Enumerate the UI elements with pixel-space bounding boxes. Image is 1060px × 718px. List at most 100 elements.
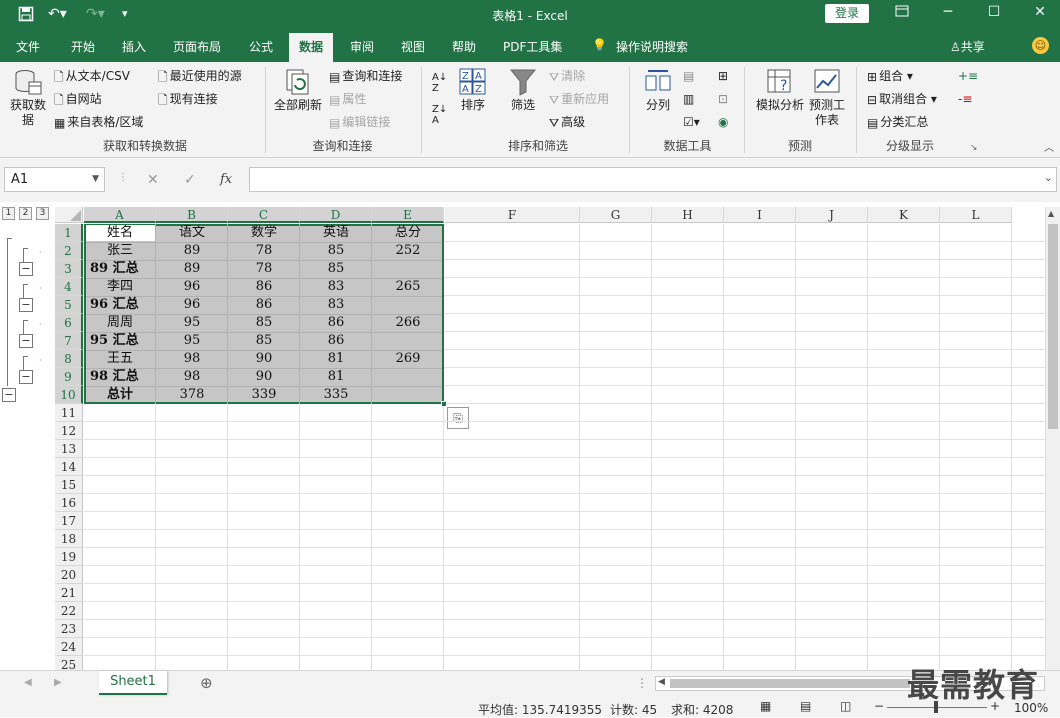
row-header-12[interactable]: 12 — [55, 422, 83, 440]
advanced-filter-button[interactable]: ⛛ 高级 — [549, 114, 585, 131]
reapply-button[interactable]: ⛛ 重新应用 — [549, 91, 609, 108]
column-header-I[interactable]: I — [724, 207, 796, 223]
existing-connections-button[interactable]: 🗋 现有连接 — [158, 91, 218, 108]
column-header-A[interactable]: A — [84, 207, 156, 223]
row-header-5[interactable]: 5 — [55, 296, 83, 314]
row-header-18[interactable]: 18 — [55, 530, 83, 548]
cell-D9[interactable]: 81 — [300, 368, 372, 386]
insert-function-icon[interactable]: fx — [220, 172, 232, 187]
cell-B6[interactable]: 95 — [156, 314, 228, 332]
cell-A1[interactable]: 姓名 — [84, 224, 156, 242]
cell-E2[interactable]: 252 — [372, 242, 444, 260]
column-header-E[interactable]: E — [372, 207, 444, 223]
feedback-smiley-icon[interactable]: ☺ — [1032, 37, 1049, 54]
cell-C5[interactable]: 86 — [228, 296, 300, 314]
name-box[interactable]: A1 ▼ — [4, 167, 105, 192]
sheet-tab-sheet1[interactable]: Sheet1 — [99, 671, 167, 695]
cell-D6[interactable]: 86 — [300, 314, 372, 332]
tab-page-layout[interactable]: 页面布局 — [173, 38, 221, 55]
collapse-ribbon-icon[interactable]: ︿ — [1044, 141, 1054, 157]
row-header-1[interactable]: 1 — [55, 224, 83, 242]
maximize-icon[interactable]: ☐ — [984, 4, 1004, 20]
tab-data[interactable]: 数据 — [289, 33, 334, 62]
row-header-21[interactable]: 21 — [55, 584, 83, 602]
cell-C7[interactable]: 85 — [228, 332, 300, 350]
row-header-20[interactable]: 20 — [55, 566, 83, 584]
page-break-view-icon[interactable]: ◫ — [840, 699, 851, 713]
queries-connections-button[interactable]: ▤ 查询和连接 — [329, 68, 402, 85]
from-web-button[interactable]: 🗋 自网站 — [54, 91, 102, 108]
scroll-up-icon[interactable]: ▲ — [1048, 209, 1054, 218]
tab-pdf-tools[interactable]: PDF工具集 — [503, 38, 562, 55]
cell-D3[interactable]: 85 — [300, 260, 372, 278]
zoom-out-icon[interactable]: − — [874, 699, 884, 713]
column-header-B[interactable]: B — [156, 207, 228, 223]
sort-ascending-button[interactable]: A↓ Z — [432, 72, 447, 94]
row-header-14[interactable]: 14 — [55, 458, 83, 476]
hscroll-thumb[interactable] — [670, 679, 910, 688]
cell-D10[interactable]: 335 — [300, 386, 372, 404]
subtotal-button[interactable]: ▤ 分类汇总 — [867, 114, 928, 131]
cell-E1[interactable]: 总分 — [372, 224, 444, 242]
collapse-group-button[interactable]: − — [19, 334, 33, 348]
cell-A7[interactable]: 95 汇总 — [84, 332, 156, 350]
hide-detail-icon[interactable]: -≡ — [958, 91, 972, 107]
outline-settings-icon[interactable]: ↘ — [970, 140, 978, 156]
enter-icon[interactable]: ✓ — [184, 172, 196, 188]
tab-view[interactable]: 视图 — [401, 38, 425, 55]
group-button[interactable]: ⊞ 组合 ▾ — [867, 68, 913, 85]
column-header-H[interactable]: H — [652, 207, 724, 223]
row-header-19[interactable]: 19 — [55, 548, 83, 566]
cell-E4[interactable]: 265 — [372, 278, 444, 296]
cell-A8[interactable]: 王五 — [84, 350, 156, 368]
what-if-analysis-button[interactable]: ? 模拟分析 — [753, 68, 807, 113]
cell-E8[interactable]: 269 — [372, 350, 444, 368]
edit-links-button[interactable]: ▤ 编辑链接 — [329, 114, 390, 131]
get-data-button[interactable]: 获取数据 — [8, 68, 48, 128]
cell-D5[interactable]: 83 — [300, 296, 372, 314]
column-header-G[interactable]: G — [580, 207, 652, 223]
relationships-icon[interactable]: ⊡ — [718, 91, 728, 107]
consolidate-icon[interactable]: ⊞ — [718, 68, 728, 84]
filter-button[interactable]: 筛选 — [506, 68, 540, 113]
cell-D8[interactable]: 81 — [300, 350, 372, 368]
cell-B7[interactable]: 95 — [156, 332, 228, 350]
cell-C3[interactable]: 78 — [228, 260, 300, 278]
tab-file[interactable]: 文件 — [16, 38, 40, 55]
sort-button[interactable]: ZAAZ 排序 — [456, 68, 490, 113]
column-header-K[interactable]: K — [868, 207, 940, 223]
flash-fill-icon[interactable]: ▤ — [683, 68, 694, 84]
share-button[interactable]: ♙共享 — [950, 38, 985, 55]
close-icon[interactable]: ✕ — [1030, 4, 1050, 20]
refresh-all-button[interactable]: 全部刷新 — [272, 68, 324, 113]
column-header-L[interactable]: L — [940, 207, 1012, 223]
cell-A9[interactable]: 98 汇总 — [84, 368, 156, 386]
scroll-left-icon[interactable]: ◀ — [658, 677, 665, 687]
properties-button[interactable]: ▤ 属性 — [329, 91, 366, 108]
worksheet-grid[interactable]: 1 2 3 ▲ ⎘ A B C D E F G H I J K L 1 2 3 4 5 6 7 8 9 10 11 12 13 1… — [0, 202, 1060, 674]
collapse-group-button[interactable]: − — [19, 262, 33, 276]
text-to-columns-button[interactable]: 分列 — [641, 68, 675, 113]
cell-B10[interactable]: 378 — [156, 386, 228, 404]
tab-review[interactable]: 审阅 — [350, 38, 374, 55]
scroll-tabs-left-icon[interactable]: ◀ — [24, 677, 32, 688]
login-button[interactable]: 登录 — [825, 4, 869, 23]
column-header-J[interactable]: J — [796, 207, 868, 223]
row-header-17[interactable]: 17 — [55, 512, 83, 530]
cell-A4[interactable]: 李四 — [84, 278, 156, 296]
tell-me-search[interactable]: 操作说明搜索 — [616, 38, 688, 55]
tab-splitter[interactable]: ⋮ — [636, 676, 648, 690]
page-layout-view-icon[interactable]: ▤ — [800, 699, 811, 713]
cell-A6[interactable]: 周周 — [84, 314, 156, 332]
cell-B8[interactable]: 98 — [156, 350, 228, 368]
row-header-15[interactable]: 15 — [55, 476, 83, 494]
cell-C2[interactable]: 78 — [228, 242, 300, 260]
row-header-8[interactable]: 8 — [55, 350, 83, 368]
cell-B1[interactable]: 语文 — [156, 224, 228, 242]
row-header-16[interactable]: 16 — [55, 494, 83, 512]
vertical-scrollbar[interactable]: ▲ — [1045, 207, 1060, 670]
expand-formula-icon[interactable]: ⌄ — [1044, 171, 1053, 184]
tab-formulas[interactable]: 公式 — [249, 38, 273, 55]
cancel-icon[interactable]: ✕ — [147, 172, 159, 188]
cell-C4[interactable]: 86 — [228, 278, 300, 296]
